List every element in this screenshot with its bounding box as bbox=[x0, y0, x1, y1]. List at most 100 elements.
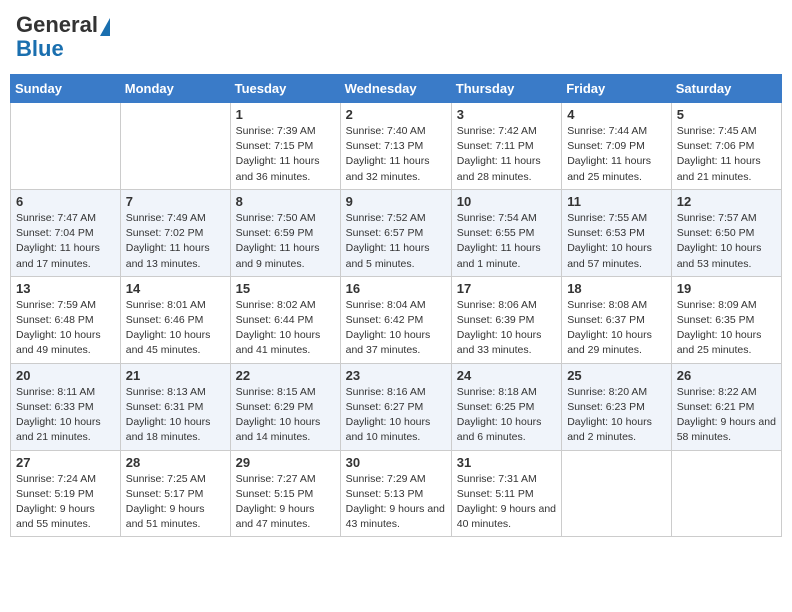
calendar-cell bbox=[671, 450, 781, 537]
day-info: Sunrise: 7:25 AMSunset: 5:17 PMDaylight:… bbox=[126, 472, 225, 533]
day-info: Sunrise: 8:01 AMSunset: 6:46 PMDaylight:… bbox=[126, 298, 225, 359]
calendar-week-3: 13Sunrise: 7:59 AMSunset: 6:48 PMDayligh… bbox=[11, 276, 782, 363]
day-info: Sunrise: 8:13 AMSunset: 6:31 PMDaylight:… bbox=[126, 385, 225, 446]
calendar-cell: 8 Sunrise: 7:50 AMSunset: 6:59 PMDaylight… bbox=[230, 189, 340, 276]
calendar-cell: 7Sunrise: 7:49 AMSunset: 7:02 PMDaylight… bbox=[120, 189, 230, 276]
day-number: 5 bbox=[677, 107, 776, 122]
calendar-cell: 9 Sunrise: 7:52 AMSunset: 6:57 PMDaylight… bbox=[340, 189, 451, 276]
day-info: Sunrise: 7:31 AMSunset: 5:11 PMDaylight:… bbox=[457, 472, 556, 533]
day-number: 6 bbox=[16, 194, 115, 209]
day-number: 19 bbox=[677, 281, 776, 296]
logo-general: General bbox=[16, 14, 98, 36]
weekday-header-wednesday: Wednesday bbox=[340, 75, 451, 103]
day-info: Sunrise: 8:22 AMSunset: 6:21 PMDaylight:… bbox=[677, 385, 776, 446]
day-info: Sunrise: 8:20 AMSunset: 6:23 PMDaylight:… bbox=[567, 385, 666, 446]
day-number: 8 bbox=[236, 194, 335, 209]
day-info: Sunrise: 7:40 AMSunset: 7:13 PMDaylight:… bbox=[346, 124, 446, 185]
logo-triangle-icon bbox=[100, 18, 110, 36]
day-number: 20 bbox=[16, 368, 115, 383]
calendar-cell: 21 Sunrise: 8:13 AMSunset: 6:31 PMDayligh… bbox=[120, 363, 230, 450]
weekday-header-thursday: Thursday bbox=[451, 75, 561, 103]
day-info: Sunrise: 7:50 AMSunset: 6:59 PMDaylight:… bbox=[236, 211, 335, 272]
calendar-cell: 29 Sunrise: 7:27 AMSunset: 5:15 PMDayligh… bbox=[230, 450, 340, 537]
day-number: 7 bbox=[126, 194, 225, 209]
day-number: 30 bbox=[346, 455, 446, 470]
calendar-cell: 4 Sunrise: 7:44 AMSunset: 7:09 PMDaylight… bbox=[562, 103, 672, 190]
day-number: 11 bbox=[567, 194, 666, 209]
day-info: Sunrise: 7:24 AMSunset: 5:19 PMDaylight:… bbox=[16, 472, 115, 533]
day-number: 4 bbox=[567, 107, 666, 122]
calendar-header-row: SundayMondayTuesdayWednesdayThursdayFrid… bbox=[11, 75, 782, 103]
calendar-week-2: 6Sunrise: 7:47 AMSunset: 7:04 PMDaylight… bbox=[11, 189, 782, 276]
calendar-cell: 2 Sunrise: 7:40 AMSunset: 7:13 PMDaylight… bbox=[340, 103, 451, 190]
day-number: 24 bbox=[457, 368, 556, 383]
weekday-header-monday: Monday bbox=[120, 75, 230, 103]
calendar-cell: 20 Sunrise: 8:11 AMSunset: 6:33 PMDayligh… bbox=[11, 363, 121, 450]
day-info: Sunrise: 7:39 AMSunset: 7:15 PMDaylight:… bbox=[236, 124, 335, 185]
day-number: 12 bbox=[677, 194, 776, 209]
day-info: Sunrise: 7:27 AMSunset: 5:15 PMDaylight:… bbox=[236, 472, 335, 533]
day-info: Sunrise: 7:55 AMSunset: 6:53 PMDaylight:… bbox=[567, 211, 666, 272]
day-info: Sunrise: 7:42 AMSunset: 7:11 PMDaylight:… bbox=[457, 124, 556, 185]
day-number: 10 bbox=[457, 194, 556, 209]
day-number: 13 bbox=[16, 281, 115, 296]
calendar-cell: 1 Sunrise: 7:39 AMSunset: 7:15 PMDaylight… bbox=[230, 103, 340, 190]
weekday-header-sunday: Sunday bbox=[11, 75, 121, 103]
day-info: Sunrise: 8:15 AMSunset: 6:29 PMDaylight:… bbox=[236, 385, 335, 446]
day-number: 22 bbox=[236, 368, 335, 383]
day-info: Sunrise: 7:29 AMSunset: 5:13 PMDaylight:… bbox=[346, 472, 446, 533]
day-number: 15 bbox=[236, 281, 335, 296]
calendar-cell: 17Sunrise: 8:06 AMSunset: 6:39 PMDayligh… bbox=[451, 276, 561, 363]
day-info: Sunrise: 7:52 AMSunset: 6:57 PMDaylight:… bbox=[346, 211, 446, 272]
page-header: General Blue bbox=[10, 10, 782, 66]
calendar-cell: 24 Sunrise: 8:18 AMSunset: 6:25 PMDayligh… bbox=[451, 363, 561, 450]
day-number: 3 bbox=[457, 107, 556, 122]
calendar-cell: 31Sunrise: 7:31 AMSunset: 5:11 PMDayligh… bbox=[451, 450, 561, 537]
day-number: 21 bbox=[126, 368, 225, 383]
day-number: 9 bbox=[346, 194, 446, 209]
weekday-header-friday: Friday bbox=[562, 75, 672, 103]
logo-blue: Blue bbox=[16, 36, 64, 62]
calendar-cell: 15 Sunrise: 8:02 AMSunset: 6:44 PMDayligh… bbox=[230, 276, 340, 363]
calendar-cell: 3 Sunrise: 7:42 AMSunset: 7:11 PMDaylight… bbox=[451, 103, 561, 190]
calendar-cell: 18Sunrise: 8:08 AMSunset: 6:37 PMDayligh… bbox=[562, 276, 672, 363]
day-info: Sunrise: 7:54 AMSunset: 6:55 PMDaylight:… bbox=[457, 211, 556, 272]
calendar-cell: 23 Sunrise: 8:16 AMSunset: 6:27 PMDayligh… bbox=[340, 363, 451, 450]
calendar-cell: 14 Sunrise: 8:01 AMSunset: 6:46 PMDayligh… bbox=[120, 276, 230, 363]
calendar-week-4: 20 Sunrise: 8:11 AMSunset: 6:33 PMDayligh… bbox=[11, 363, 782, 450]
day-number: 1 bbox=[236, 107, 335, 122]
day-info: Sunrise: 8:08 AMSunset: 6:37 PMDaylight:… bbox=[567, 298, 666, 359]
calendar-cell: 30 Sunrise: 7:29 AMSunset: 5:13 PMDayligh… bbox=[340, 450, 451, 537]
day-number: 27 bbox=[16, 455, 115, 470]
day-number: 2 bbox=[346, 107, 446, 122]
day-info: Sunrise: 8:09 AMSunset: 6:35 PMDaylight:… bbox=[677, 298, 776, 359]
calendar-week-1: 1 Sunrise: 7:39 AMSunset: 7:15 PMDaylight… bbox=[11, 103, 782, 190]
day-info: Sunrise: 8:06 AMSunset: 6:39 PMDaylight:… bbox=[457, 298, 556, 359]
calendar-body: 1 Sunrise: 7:39 AMSunset: 7:15 PMDaylight… bbox=[11, 103, 782, 537]
calendar-cell: 10 Sunrise: 7:54 AMSunset: 6:55 PMDayligh… bbox=[451, 189, 561, 276]
calendar-cell: 11 Sunrise: 7:55 AMSunset: 6:53 PMDayligh… bbox=[562, 189, 672, 276]
day-info: Sunrise: 8:16 AMSunset: 6:27 PMDaylight:… bbox=[346, 385, 446, 446]
weekday-header-saturday: Saturday bbox=[671, 75, 781, 103]
day-info: Sunrise: 7:44 AMSunset: 7:09 PMDaylight:… bbox=[567, 124, 666, 185]
day-info: Sunrise: 8:11 AMSunset: 6:33 PMDaylight:… bbox=[16, 385, 115, 446]
calendar-cell: 28 Sunrise: 7:25 AMSunset: 5:17 PMDayligh… bbox=[120, 450, 230, 537]
calendar-cell: 16Sunrise: 8:04 AMSunset: 6:42 PMDayligh… bbox=[340, 276, 451, 363]
day-number: 16 bbox=[346, 281, 446, 296]
day-number: 14 bbox=[126, 281, 225, 296]
day-info: Sunrise: 8:02 AMSunset: 6:44 PMDaylight:… bbox=[236, 298, 335, 359]
calendar-table: SundayMondayTuesdayWednesdayThursdayFrid… bbox=[10, 74, 782, 537]
calendar-cell: 6Sunrise: 7:47 AMSunset: 7:04 PMDaylight… bbox=[11, 189, 121, 276]
day-info: Sunrise: 8:18 AMSunset: 6:25 PMDaylight:… bbox=[457, 385, 556, 446]
calendar-cell: 19 Sunrise: 8:09 AMSunset: 6:35 PMDayligh… bbox=[671, 276, 781, 363]
calendar-cell bbox=[11, 103, 121, 190]
calendar-week-5: 27 Sunrise: 7:24 AMSunset: 5:19 PMDayligh… bbox=[11, 450, 782, 537]
calendar-cell: 5Sunrise: 7:45 AMSunset: 7:06 PMDaylight… bbox=[671, 103, 781, 190]
day-number: 23 bbox=[346, 368, 446, 383]
day-number: 29 bbox=[236, 455, 335, 470]
day-number: 25 bbox=[567, 368, 666, 383]
day-number: 28 bbox=[126, 455, 225, 470]
calendar-cell bbox=[120, 103, 230, 190]
calendar-cell: 25 Sunrise: 8:20 AMSunset: 6:23 PMDayligh… bbox=[562, 363, 672, 450]
calendar-cell: 12Sunrise: 7:57 AMSunset: 6:50 PMDayligh… bbox=[671, 189, 781, 276]
